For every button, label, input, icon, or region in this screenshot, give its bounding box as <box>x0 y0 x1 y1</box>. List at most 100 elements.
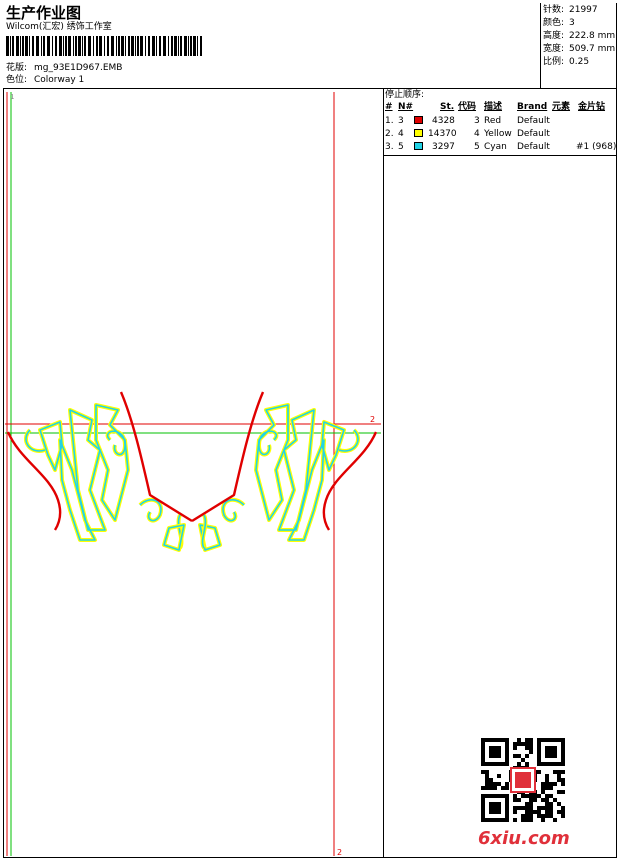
qr-cell <box>489 786 493 790</box>
qr-cell <box>525 806 529 810</box>
qr-cell <box>533 794 537 798</box>
qr-cell <box>553 782 557 786</box>
qr-cell <box>537 770 541 774</box>
qr-cell <box>529 814 533 818</box>
embroidery-design <box>6 390 378 552</box>
qr-cell <box>517 798 521 802</box>
qr-cell <box>537 814 541 818</box>
qr-cell <box>489 782 493 786</box>
qr-cell <box>541 818 545 822</box>
qr-cell <box>501 786 505 790</box>
qr-cell <box>513 746 517 750</box>
qr-cell <box>513 754 517 758</box>
qr-cell <box>529 794 533 798</box>
qr-cell <box>549 794 553 798</box>
qr-cell <box>529 746 533 750</box>
qr-cell <box>513 798 517 802</box>
qr-cell <box>533 798 537 802</box>
qr-cell <box>561 790 565 794</box>
qr-cell <box>521 806 525 810</box>
qr-cell <box>513 742 517 746</box>
qr-cell <box>493 786 497 790</box>
qr-cell <box>545 806 549 810</box>
qr-cell <box>545 814 549 818</box>
qr-cell <box>521 742 525 746</box>
qr-cell <box>517 762 521 766</box>
qr-cell <box>525 762 529 766</box>
qr-cell <box>529 806 533 810</box>
qr-cell <box>561 782 565 786</box>
qr-cell <box>545 786 549 790</box>
qr-cell <box>549 786 553 790</box>
qr-cell <box>493 782 497 786</box>
qr-cell <box>529 810 533 814</box>
qr-cell <box>529 802 533 806</box>
qr-cell <box>497 782 501 786</box>
qr-cell <box>517 806 521 810</box>
qr-cell <box>525 742 529 746</box>
qr-cell <box>541 786 545 790</box>
qr-cell <box>505 782 509 786</box>
qr-cell <box>529 738 533 742</box>
qr-cell <box>529 818 533 822</box>
qr-cell <box>525 802 529 806</box>
qr-cell <box>561 770 565 774</box>
qr-cell <box>513 810 517 814</box>
qr-cell <box>537 794 541 798</box>
qr-cell <box>549 806 553 810</box>
qr-cell <box>545 810 549 814</box>
qr-finder <box>489 746 501 758</box>
qr-cell <box>485 786 489 790</box>
qr-cell <box>541 806 545 810</box>
qr-cell <box>525 746 529 750</box>
qr-cell <box>553 770 557 774</box>
qr-cell <box>545 798 549 802</box>
qr-cell <box>557 810 561 814</box>
qr-cell <box>513 794 517 798</box>
qr-cell <box>481 770 485 774</box>
axis-marker-top: 1 <box>10 93 14 101</box>
qr-cell <box>525 794 529 798</box>
qr-cell <box>553 798 557 802</box>
qr-cell <box>529 798 533 802</box>
qr-cell <box>497 774 501 778</box>
qr-finder <box>545 746 557 758</box>
qr-cell <box>525 810 529 814</box>
qr-cell <box>549 802 553 806</box>
qr-cell <box>521 814 525 818</box>
qr-cell <box>561 806 565 810</box>
qr-cell <box>537 806 541 810</box>
qr-cell <box>537 810 541 814</box>
watermark-site: 6xiu.com <box>478 828 570 849</box>
qr-cell <box>557 802 561 806</box>
qr-cell <box>545 782 549 786</box>
qr-cell <box>545 794 549 798</box>
qr-cell <box>541 798 545 802</box>
qr-cell <box>481 786 485 790</box>
qr-cell <box>533 810 537 814</box>
qr-cell <box>541 814 545 818</box>
qr-cell <box>541 790 545 794</box>
qr-cell <box>545 778 549 782</box>
qr-cell <box>549 814 553 818</box>
qr-cell <box>505 786 509 790</box>
qr-cell <box>561 778 565 782</box>
qr-cell <box>525 818 529 822</box>
qr-cell <box>485 778 489 782</box>
qr-cell <box>521 818 525 822</box>
qr-cell <box>513 818 517 822</box>
qr-cell <box>545 774 549 778</box>
qr-cell <box>529 750 533 754</box>
qr-cell <box>553 818 557 822</box>
qr-cell <box>557 770 561 774</box>
qr-cell <box>485 774 489 778</box>
qr-cell <box>485 782 489 786</box>
qr-cell <box>517 754 521 758</box>
qr-cell <box>549 782 553 786</box>
qr-cell <box>517 738 521 742</box>
qr-cell <box>545 802 549 806</box>
design-canvas: 1 2 2 <box>5 92 381 857</box>
axis-marker-right: 2 <box>370 415 375 424</box>
qr-cell <box>557 778 561 782</box>
qr-cell <box>541 782 545 786</box>
